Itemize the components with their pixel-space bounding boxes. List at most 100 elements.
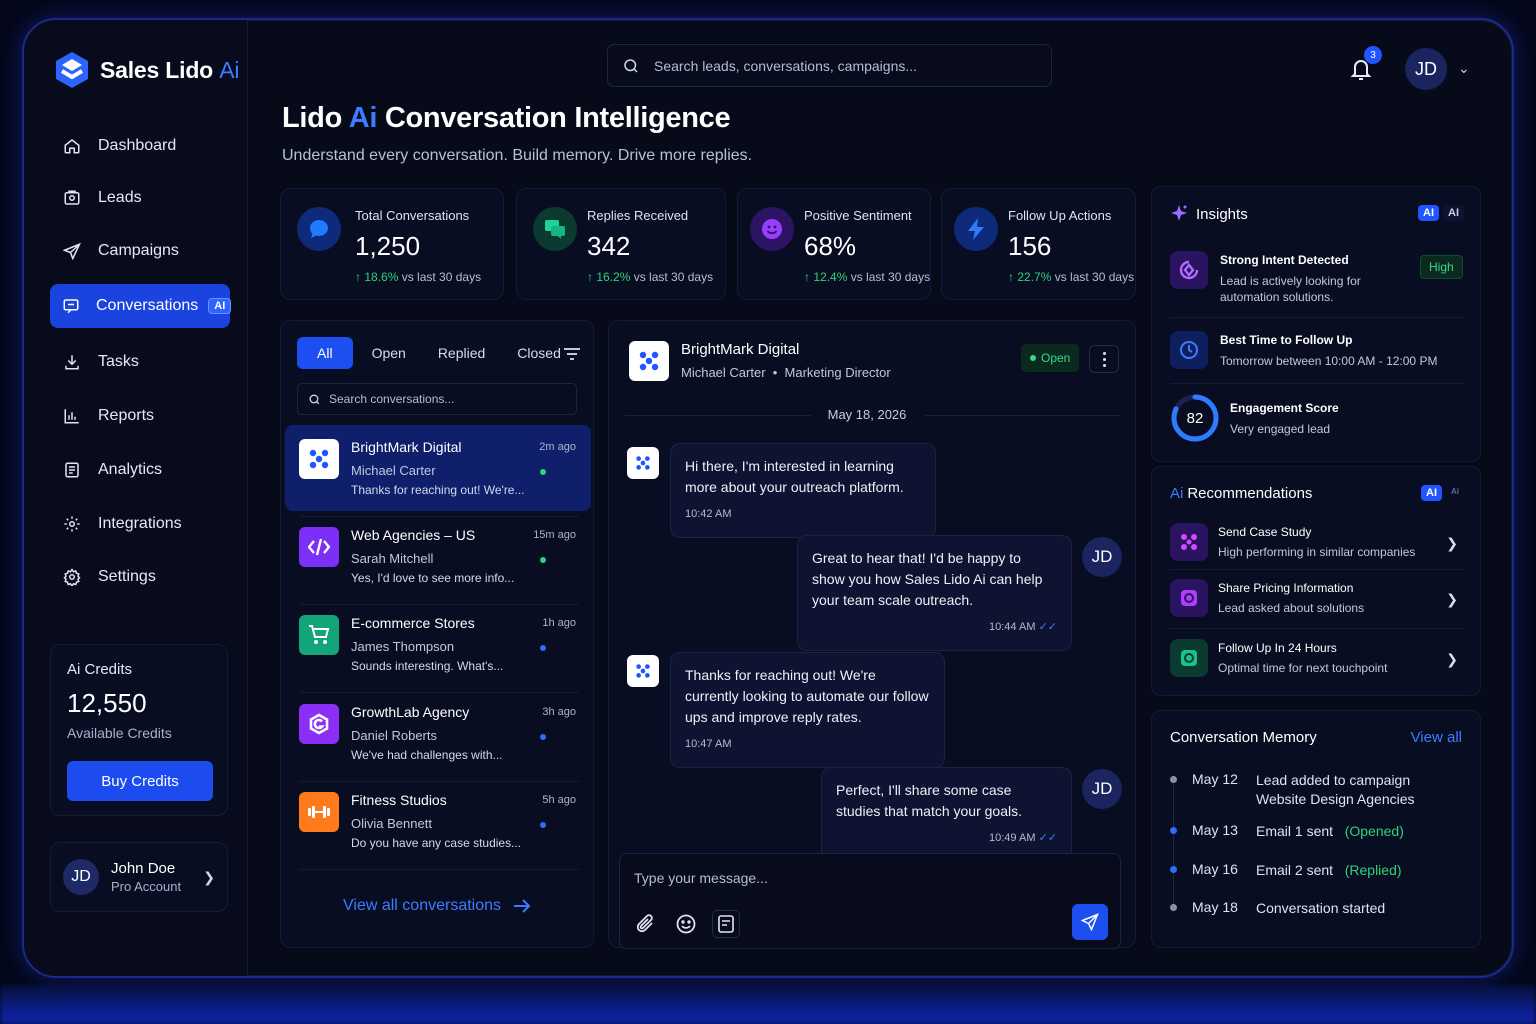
timeline-date: May 12 [1192, 771, 1238, 787]
cart-icon [299, 615, 339, 655]
nav-reports[interactable]: Reports [50, 394, 230, 438]
conversation-preview: Sounds interesting. What's... [351, 659, 504, 673]
stat-title: Total Conversations [355, 208, 470, 223]
filter-sliders-icon[interactable] [563, 346, 581, 362]
list-item[interactable]: BrightMark Digital Michael Carter Thanks… [285, 425, 591, 511]
brightmark-logo-icon [627, 655, 659, 687]
credits-value: 12,550 [67, 688, 147, 718]
target-icon [1170, 639, 1208, 677]
timeline-line [1173, 783, 1174, 913]
search-input[interactable]: Search leads, conversations, campaigns..… [654, 58, 917, 74]
nav-leads[interactable]: Leads [50, 176, 230, 220]
recommendation-follow-up[interactable]: Follow Up In 24 Hours Optimal time for n… [1170, 637, 1464, 681]
growthlab-logo-icon [299, 704, 339, 744]
recommendation-title: Follow Up In 24 Hours [1218, 641, 1337, 655]
list-item[interactable]: Web Agencies – US Sarah Mitchell Yes, I'… [285, 513, 591, 599]
timeline-text: Email 1 sent (Opened) [1256, 823, 1404, 839]
chat-date: May 18, 2026 [827, 407, 907, 422]
view-all-conversations-link[interactable]: View all conversations [343, 897, 531, 915]
paperclip-icon[interactable] [632, 910, 660, 938]
nav-integrations[interactable]: Integrations [50, 502, 230, 546]
notification-badge: 3 [1364, 46, 1382, 64]
insight-best-time: Best Time to Follow Up Tomorrow between … [1170, 331, 1464, 375]
message-input[interactable]: Type your message... [634, 870, 768, 886]
case-study-icon [1170, 523, 1208, 561]
conversation-time: 15m ago [533, 529, 576, 541]
chevron-right-icon: ❯ [1446, 651, 1458, 667]
nav-settings[interactable]: Settings [50, 555, 230, 599]
more-options-button[interactable] [1089, 345, 1119, 373]
message-outgoing: Great to hear that! I'd be happy to show… [797, 535, 1072, 651]
conversation-person: Olivia Bennett [351, 816, 432, 831]
top-avatar[interactable]: JD [1405, 48, 1447, 90]
user-card[interactable]: JD John Doe Pro Account ❯ [50, 842, 228, 912]
brand[interactable]: Sales Lido Ai [54, 50, 240, 90]
list-item[interactable]: GrowthLab Agency Daniel Roberts We've ha… [285, 690, 591, 776]
brand-name: Sales Lido Ai [100, 56, 240, 83]
conversation-name: Fitness Studios [351, 792, 447, 808]
timeline-text: Email 2 sent (Replied) [1256, 862, 1402, 878]
memory-view-all-link[interactable]: View all [1411, 729, 1462, 746]
message-time: 10:49 AM ✓✓ [989, 832, 1057, 844]
arrow-right-icon [514, 899, 531, 913]
chevron-down-icon[interactable]: ⌄ [1458, 60, 1470, 77]
ai-tag: AI [208, 298, 232, 314]
leads-icon [62, 188, 82, 208]
avatar: JD [1082, 537, 1122, 577]
conversation-preview: We've had challenges with... [351, 748, 503, 762]
emoji-icon[interactable] [672, 910, 700, 938]
brightmark-logo-icon [627, 447, 659, 479]
nav-label: Reports [98, 407, 155, 424]
conversation-preview: Thanks for reaching out! We're... [351, 483, 525, 497]
search-icon [309, 394, 320, 404]
nav-label: Dashboard [98, 137, 177, 154]
date-divider: May 18, 2026 [609, 407, 1121, 423]
status-dot [540, 469, 546, 475]
list-item[interactable]: Fitness Studios Olivia Bennett Do you ha… [285, 778, 591, 864]
bar-chart-icon [62, 406, 82, 426]
engagement-ring: 82 [1171, 394, 1219, 442]
conversation-name: E-commerce Stores [351, 615, 475, 631]
recommendation-pricing[interactable]: Share Pricing Information Lead asked abo… [1170, 577, 1464, 621]
message-time: 10:47 AM [685, 738, 732, 750]
conversation-person: Sarah Mitchell [351, 551, 434, 566]
nav-campaigns[interactable]: Campaigns [50, 229, 230, 273]
stat-delta: ↑ 22.7% vs last 30 days [1008, 270, 1135, 284]
message-time: 10:44 AM ✓✓ [989, 621, 1057, 633]
tab-all[interactable]: All [297, 337, 353, 369]
notifications-button[interactable]: 3 [1349, 46, 1382, 82]
tab-replied[interactable]: Replied [425, 337, 498, 369]
buy-credits-button[interactable]: Buy Credits [67, 761, 213, 801]
template-icon[interactable] [712, 910, 740, 938]
nav-label: Settings [98, 568, 156, 585]
nav-conversations[interactable]: Conversations AI [50, 284, 232, 328]
timeline-dot [1170, 866, 1177, 873]
insights-panel: Insights AI AI Strong Intent Detected Le… [1151, 186, 1481, 462]
list-item[interactable]: E-commerce Stores James Thompson Sounds … [285, 601, 591, 687]
conversation-search[interactable]: Search conversations... [297, 383, 577, 415]
message-composer: Type your message... [619, 853, 1121, 949]
nav-analytics[interactable]: Analytics [50, 448, 230, 492]
conversation-search-input[interactable]: Search conversations... [329, 392, 454, 406]
stat-card-replies: Replies Received 342 ↑ 16.2% vs last 30 … [516, 188, 726, 300]
divider [1170, 383, 1464, 384]
page-title: Lido Ai Conversation Intelligence [282, 102, 731, 134]
nav-dashboard[interactable]: Dashboard [50, 124, 230, 168]
divider [1170, 628, 1464, 629]
analytics-icon [62, 460, 82, 480]
chat-panel: BrightMark Digital Michael Carter • Mark… [608, 320, 1136, 949]
sparkle-icon [1171, 205, 1187, 221]
send-button[interactable] [1072, 904, 1108, 940]
gear-icon [62, 567, 82, 587]
recommendation-case-study[interactable]: Send Case Study High performing in simil… [1170, 521, 1464, 565]
pricing-icon [1170, 579, 1208, 617]
insight-strong-intent: Strong Intent Detected Lead is actively … [1170, 251, 1464, 307]
conversation-time: 1h ago [542, 617, 576, 629]
app-window: Sales Lido Ai Dashboard Leads Campaigns … [22, 18, 1514, 978]
speech-bubble-icon [297, 207, 341, 251]
stat-value: 342 [587, 231, 631, 261]
tab-open[interactable]: Open [359, 337, 419, 369]
global-search[interactable]: Search leads, conversations, campaigns..… [607, 44, 1052, 87]
nav-tasks[interactable]: Tasks [50, 340, 230, 384]
intent-icon [1170, 251, 1208, 289]
